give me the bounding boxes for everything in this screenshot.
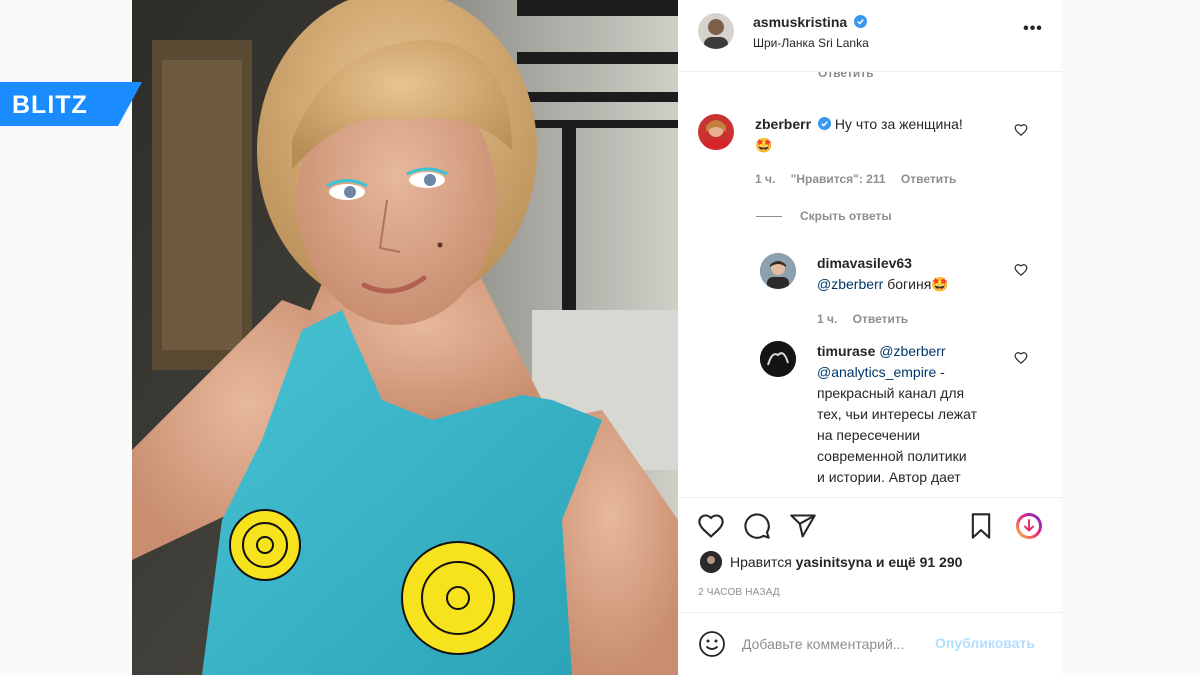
heart-icon[interactable]: [697, 512, 725, 540]
comment-text-line: и истории. Автор дает: [817, 469, 961, 485]
reply-body: timurase @zberberr @analytics_empire - п…: [817, 343, 977, 485]
flower-sticker: [401, 541, 515, 655]
verified-badge-icon: [854, 15, 868, 28]
comment-input[interactable]: [742, 631, 932, 657]
likes-count[interactable]: и ещё 91 290: [876, 554, 963, 570]
comment-icon[interactable]: [743, 512, 771, 540]
bookmark-icon[interactable]: [967, 512, 995, 540]
comment-meta: 1 ч. "Нравится": 211 Ответить: [755, 172, 968, 186]
share-icon[interactable]: [789, 512, 817, 540]
comment-emoji: 🤩: [755, 137, 773, 153]
comment-body: zberberr Ну что за женщина! 🤩: [755, 114, 1025, 156]
publish-button[interactable]: Опубликовать: [935, 635, 1035, 651]
mention-link[interactable]: @analytics_empire: [817, 364, 936, 380]
comment-meta: 1 ч. Ответить: [817, 312, 920, 326]
comment-like-heart-icon[interactable]: [1014, 263, 1028, 277]
add-comment-bar: Опубликовать: [678, 612, 1062, 675]
divider-line: [756, 216, 782, 217]
emoji-icon[interactable]: [698, 630, 726, 658]
hide-replies-link[interactable]: Скрыть ответы: [800, 209, 892, 223]
commenter-avatar[interactable]: [760, 253, 796, 289]
blitz-watermark: BLITZ: [0, 82, 142, 126]
comment-emoji: 🤩: [931, 276, 949, 292]
blitz-logo-text: BLITZ: [12, 91, 88, 119]
post-location[interactable]: Шри-Ланка Sri Lanka: [753, 36, 869, 50]
liker-username[interactable]: yasinitsyna: [796, 554, 872, 570]
comment-username[interactable]: dimavasilev63: [817, 255, 912, 271]
comment-username[interactable]: zberberr: [755, 116, 811, 132]
post-header: asmuskristina Шри-Ланка Sri Lanka •••: [678, 0, 1062, 72]
reply-body: dimavasilev63 @zberberr богиня🤩: [817, 253, 1017, 295]
screenshot: BLITZ asmuskristina Шри-Ланка Sri Lanka …: [0, 0, 1200, 675]
likes-summary[interactable]: Нравится yasinitsyna и ещё 91 290: [730, 554, 962, 570]
liker-avatar[interactable]: [700, 551, 722, 573]
author-username[interactable]: asmuskristina: [753, 14, 847, 30]
post-photo[interactable]: [132, 0, 678, 675]
post-timestamp[interactable]: 2 ЧАСОВ НАЗАД: [698, 587, 780, 598]
comment-text: Ну что за женщина!: [834, 116, 963, 132]
author-avatar[interactable]: [698, 13, 734, 49]
reply-link[interactable]: Ответить: [818, 72, 873, 80]
reply-link[interactable]: Ответить: [853, 312, 908, 326]
reply-link[interactable]: Ответить: [901, 172, 956, 186]
author-username-row[interactable]: asmuskristina: [753, 14, 868, 30]
post-actions-bar: Нравится yasinitsyna и ещё 91 290 2 ЧАСО…: [678, 497, 1062, 612]
likes-prefix: Нравится: [730, 554, 792, 570]
flower-sticker: [229, 509, 301, 581]
comment-like-heart-icon[interactable]: [1014, 351, 1028, 365]
comment-text-line: на пересечении: [817, 427, 921, 443]
commenter-avatar[interactable]: [760, 341, 796, 377]
more-options-icon[interactable]: •••: [1022, 21, 1044, 40]
comment-likes[interactable]: "Нравится": 211: [791, 172, 886, 186]
commenter-avatar[interactable]: [698, 114, 734, 150]
comments-list[interactable]: Ответить zberberr Ну что за женщина! 🤩 1…: [678, 72, 1062, 497]
mention-link[interactable]: @zberberr: [879, 343, 945, 359]
comment-time: 1 ч.: [817, 312, 838, 326]
verified-badge-icon: [817, 117, 831, 130]
mention-link[interactable]: @zberberr: [817, 276, 883, 292]
comment-text-line: современной политики: [817, 448, 967, 464]
comment-like-heart-icon[interactable]: [1014, 123, 1028, 137]
download-icon[interactable]: [1015, 512, 1043, 540]
comment-text-line: прекрасный канал для: [817, 385, 965, 401]
comment-text-line: тех, чьи интересы лежат: [817, 406, 977, 422]
comment-text: богиня: [887, 276, 932, 292]
comment-username[interactable]: timurase: [817, 343, 875, 359]
comment-time: 1 ч.: [755, 172, 776, 186]
post-sidebar: asmuskristina Шри-Ланка Sri Lanka ••• От…: [678, 0, 1062, 675]
